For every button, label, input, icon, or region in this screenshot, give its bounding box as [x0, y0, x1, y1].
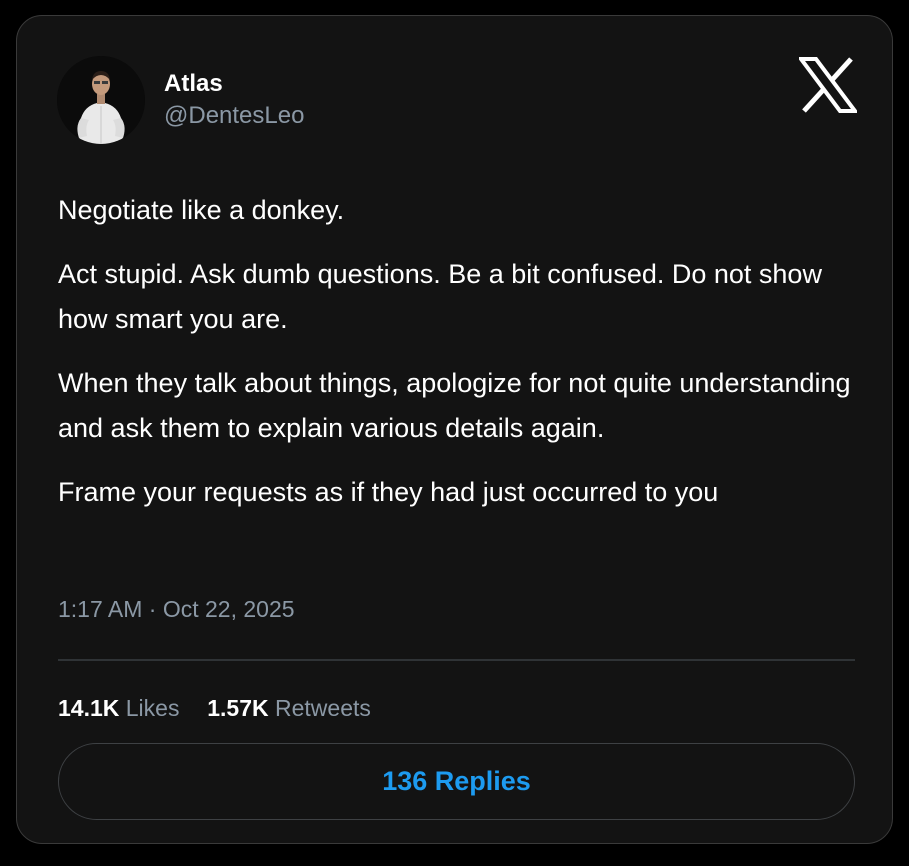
tweet-paragraph: Negotiate like a donkey. [58, 195, 345, 225]
replies-button[interactable]: 136 Replies [58, 743, 855, 820]
avatar[interactable] [57, 56, 145, 144]
tweet-timestamp[interactable]: 1:17 AM · Oct 22, 2025 [58, 594, 295, 624]
tweet-body: Negotiate like a donkey. Act stupid. Ask… [58, 188, 858, 534]
tweet-paragraph: When they talk about things, apologize f… [58, 368, 851, 443]
tweet-stats: 14.1K Likes 1.57K Retweets [58, 693, 371, 723]
likes-count[interactable]: 14.1K [58, 695, 119, 721]
tweet-paragraph: Act stupid. Ask dumb questions. Be a bit… [58, 259, 822, 334]
author-handle[interactable]: @DentesLeo [164, 102, 304, 130]
retweets-count[interactable]: 1.57K [207, 695, 268, 721]
divider [58, 659, 855, 661]
tweet-paragraph: Frame your requests as if they had just … [58, 477, 719, 507]
likes-label[interactable]: Likes [126, 695, 180, 721]
user-avatar-image [57, 56, 145, 144]
tweet-card: Atlas @DentesLeo Negotiate like a donkey… [16, 15, 893, 844]
x-logo-icon[interactable] [797, 57, 859, 113]
replies-button-label: 136 Replies [382, 766, 531, 796]
author-name[interactable]: Atlas [164, 70, 223, 98]
retweets-label[interactable]: Retweets [275, 695, 371, 721]
